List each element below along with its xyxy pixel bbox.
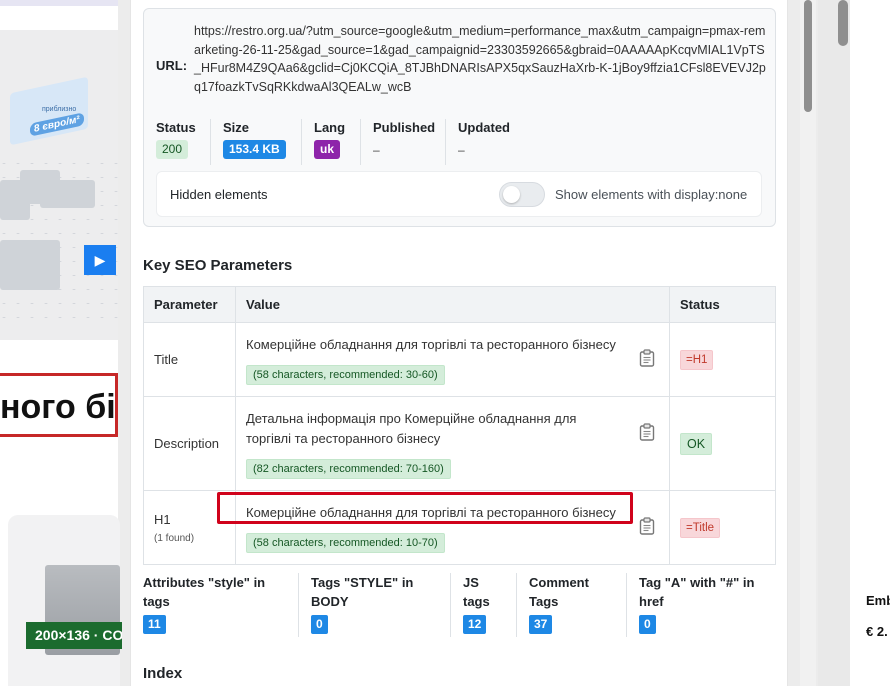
stat-js-tags: JS tags 12: [450, 573, 516, 637]
meta-status: Status 200: [144, 119, 210, 165]
title-value: Комерційне обладнання для торгівлі та ре…: [246, 336, 616, 352]
param-cell: Description: [143, 396, 236, 491]
meta-published-value: –: [373, 143, 380, 157]
status-cell: OK: [669, 396, 776, 491]
stat-value-badge: 12: [463, 615, 487, 634]
bg-hero-equipment: [0, 240, 60, 290]
page-scrollbar-thumb[interactable]: [838, 0, 848, 46]
meta-published: Published –: [360, 119, 445, 165]
meta-published-label: Published: [373, 120, 436, 135]
bg-hero-equipment: [40, 180, 95, 208]
h1-param-label: H1: [154, 511, 171, 527]
bg-hero-banner[interactable]: приблизно 8 євро/м²: [0, 30, 118, 340]
value-cell: Комерційне обладнання для торгівлі та ре…: [235, 322, 670, 397]
stat-hash-links: Tag "A" with "#" in href 0: [626, 573, 776, 637]
meta-lang: Lang uk: [301, 119, 360, 165]
page-info-card: URL: https://restro.org.ua/?utm_source=g…: [143, 8, 776, 227]
bg-page-right: [850, 0, 890, 686]
seo-section-title: Key SEO Parameters: [143, 257, 293, 274]
clipboard-icon[interactable]: [639, 348, 655, 367]
h1-value: Комерційне обладнання для торгівлі та ре…: [246, 504, 616, 520]
stat-label: Comment Tags: [529, 575, 589, 609]
meta-status-label: Status: [156, 120, 196, 135]
meta-updated-label: Updated: [458, 120, 510, 135]
stat-value-badge: 0: [639, 615, 656, 634]
toggle-knob: [503, 186, 520, 203]
stat-label: JS tags: [463, 575, 490, 609]
size-badge: 153.4 KB: [223, 140, 286, 159]
h1-status-badge: =Title: [680, 517, 721, 538]
stat-value-badge: 0: [311, 615, 328, 634]
table-header-row: Parameter Value Status: [143, 286, 776, 323]
h1-found-count: (1 found): [154, 532, 195, 544]
table-row-description: Description Детальна інформація про Коме…: [143, 396, 776, 491]
seo-extension-panel: URL: https://restro.org.ua/?utm_source=g…: [130, 0, 788, 686]
stat-style-attributes: Attributes "style" in tags 11: [143, 573, 299, 637]
bg-section-heading: ного бі: [0, 373, 118, 437]
meta-updated: Updated –: [445, 119, 545, 165]
column-header: Status: [669, 286, 776, 323]
value-cell: Комерційне обладнання для торгівлі та ре…: [235, 490, 670, 565]
status-badge: 200: [156, 140, 189, 159]
meta-size-label: Size: [223, 120, 250, 135]
description-status-badge: OK: [680, 432, 713, 455]
html-stats-row: Attributes "style" in tags 11 Tags "STYL…: [143, 573, 776, 639]
hidden-elements-label: Hidden elements: [170, 187, 268, 202]
bg-product-price: € 2.: [866, 624, 888, 639]
meta-updated-value: –: [458, 143, 465, 157]
hidden-elements-box: Hidden elements Show elements with displ…: [156, 171, 762, 217]
description-value: Детальна інформація про Комерційне облад…: [246, 410, 577, 446]
panel-scrollbar-thumb[interactable]: [804, 0, 812, 112]
show-hidden-toggle-label[interactable]: Show elements with display:none: [555, 187, 747, 202]
meta-lang-label: Lang: [314, 120, 346, 135]
stat-comment-tags: Comment Tags 37: [516, 573, 627, 637]
stat-style-tags: Tags "STYLE" in BODY 0: [298, 573, 450, 637]
bg-right-shade: [818, 0, 850, 686]
param-cell: H1 (1 found): [143, 490, 236, 565]
stat-value-badge: 11: [143, 615, 166, 634]
h1-length-info: (58 characters, recommended: 10-70): [246, 532, 445, 553]
bg-hero-pretext: приблизно: [42, 106, 77, 113]
url-label: URL:: [156, 58, 188, 73]
stat-label: Tags "STYLE" in BODY: [311, 575, 414, 609]
title-status-badge: =H1: [680, 349, 714, 370]
show-hidden-toggle[interactable]: [499, 182, 545, 207]
table-row-title: Title Комерційне обладнання для торгівлі…: [143, 322, 776, 397]
column-header: Value: [235, 286, 670, 323]
bg-size-badge: 200×136 · CO: [26, 622, 122, 649]
param-cell: Title: [143, 322, 236, 397]
column-header: Parameter: [143, 286, 236, 323]
status-cell: =H1: [669, 322, 776, 397]
stat-label: Tag "A" with "#" in href: [639, 575, 755, 609]
index-section-title: Index: [143, 665, 183, 682]
value-cell: Детальна інформація про Комерційне облад…: [235, 396, 670, 491]
description-length-info: (82 characters, recommended: 70-160): [246, 458, 451, 479]
clipboard-icon[interactable]: [639, 422, 655, 441]
play-icon[interactable]: ▶: [84, 245, 116, 275]
page-meta-row: Status 200 Size 153.4 KB Lang uk Publish…: [144, 119, 777, 165]
stat-value-badge: 37: [529, 615, 553, 634]
clipboard-icon[interactable]: [639, 516, 655, 535]
status-cell: =Title: [669, 490, 776, 565]
table-row-h1: H1 (1 found) Комерційне обладнання для т…: [143, 490, 776, 565]
lang-badge: uk: [314, 140, 341, 159]
meta-size: Size 153.4 KB: [210, 119, 301, 165]
bg-product-name: Emb: [866, 593, 890, 608]
title-length-info: (58 characters, recommended: 30-60): [246, 364, 445, 385]
page-url[interactable]: https://restro.org.ua/?utm_source=google…: [194, 22, 769, 97]
stat-label: Attributes "style" in tags: [143, 575, 266, 609]
seo-parameters-table: Parameter Value Status Title Комерційне …: [143, 286, 776, 565]
